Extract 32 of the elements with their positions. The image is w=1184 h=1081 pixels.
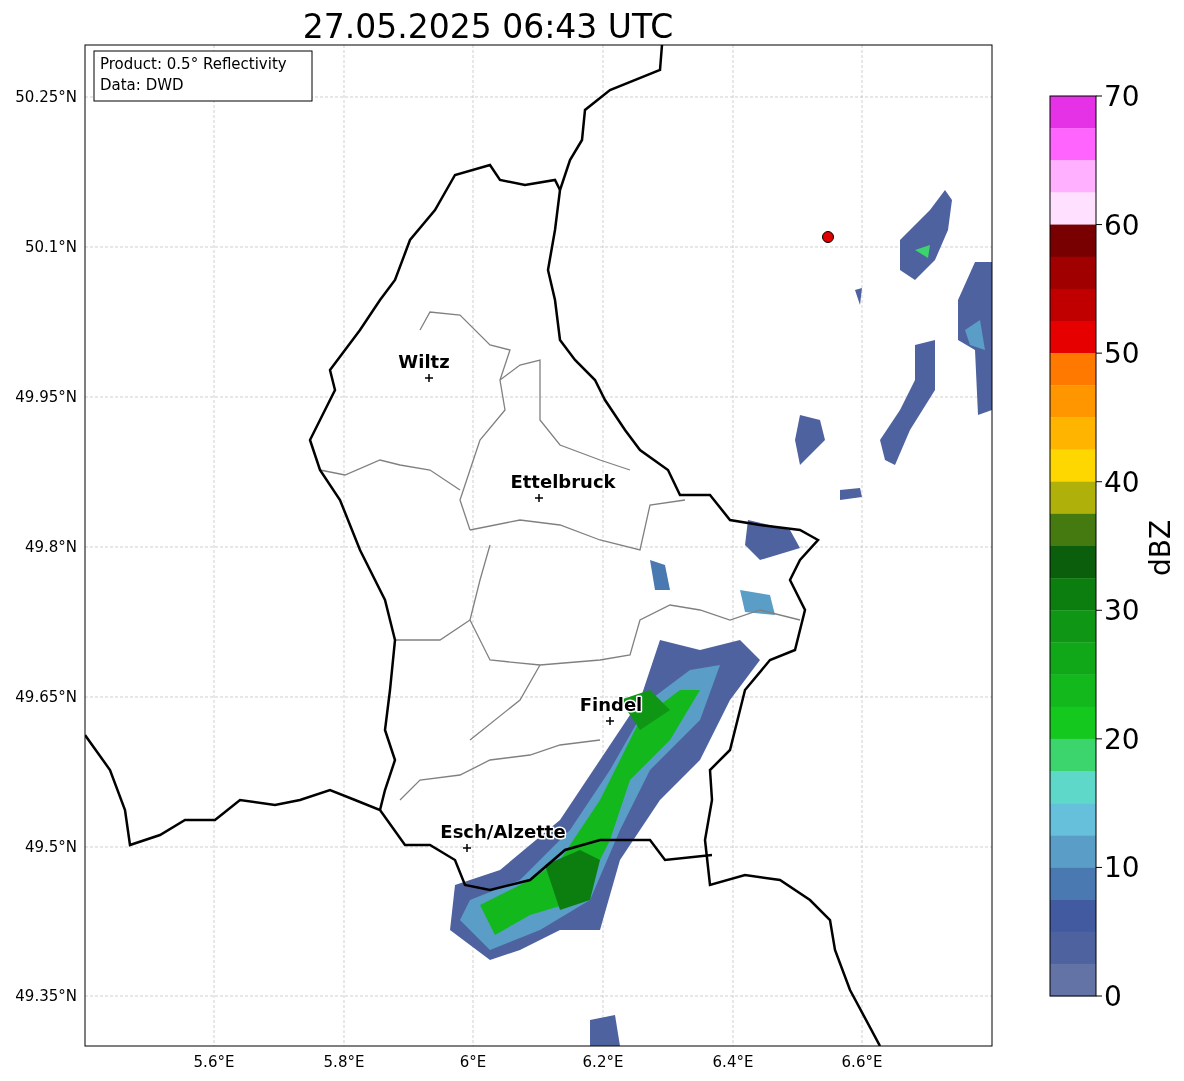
latitude-label: 49.95°N	[15, 388, 77, 406]
latitude-label: 49.8°N	[24, 538, 77, 556]
city-marker-icon	[534, 493, 544, 503]
city-label: Ettelbruck	[510, 471, 616, 492]
city-label: Wiltz	[398, 351, 450, 372]
longitude-label: 6.2°E	[582, 1053, 624, 1071]
colorbar-tick-label: 50	[1104, 337, 1140, 371]
longitude-label: 6.4°E	[712, 1053, 754, 1071]
colorbar-title: dBZ	[1144, 519, 1177, 577]
colorbar-tick-label: 10	[1104, 851, 1140, 885]
station-dot	[822, 231, 834, 243]
latitude-label: 49.65°N	[15, 688, 77, 706]
longitude-label: 6.6°E	[841, 1053, 883, 1071]
colorbar-tick-label: 0	[1104, 980, 1122, 1013]
city-marker-icon	[424, 373, 434, 383]
longitude-label: 6°E	[459, 1053, 487, 1071]
latitude-label: 50.1°N	[24, 238, 77, 256]
colorbar-tick-label: 20	[1104, 722, 1140, 756]
chart-title: 27.05.2025 06:43 UTC	[302, 7, 674, 46]
info-text: Data: DWD	[100, 76, 184, 94]
longitude-label: 5.6°E	[193, 1053, 235, 1071]
info-text: Product: 0.5° Reflectivity	[100, 55, 287, 73]
longitude-label: 5.8°E	[323, 1053, 365, 1071]
latitude-label: 49.5°N	[24, 838, 77, 856]
colorbar-tick-label: 30	[1104, 594, 1140, 628]
latitude-label: 49.35°N	[15, 987, 77, 1005]
colorbar-tick-label: 60	[1104, 208, 1140, 242]
colorbar-tick-label: 40	[1104, 465, 1140, 499]
latitude-label: 50.25°N	[15, 88, 77, 106]
city-marker-icon	[462, 843, 472, 853]
colorbar-tick-label: 70	[1104, 80, 1140, 113]
city-marker-icon	[605, 716, 615, 726]
